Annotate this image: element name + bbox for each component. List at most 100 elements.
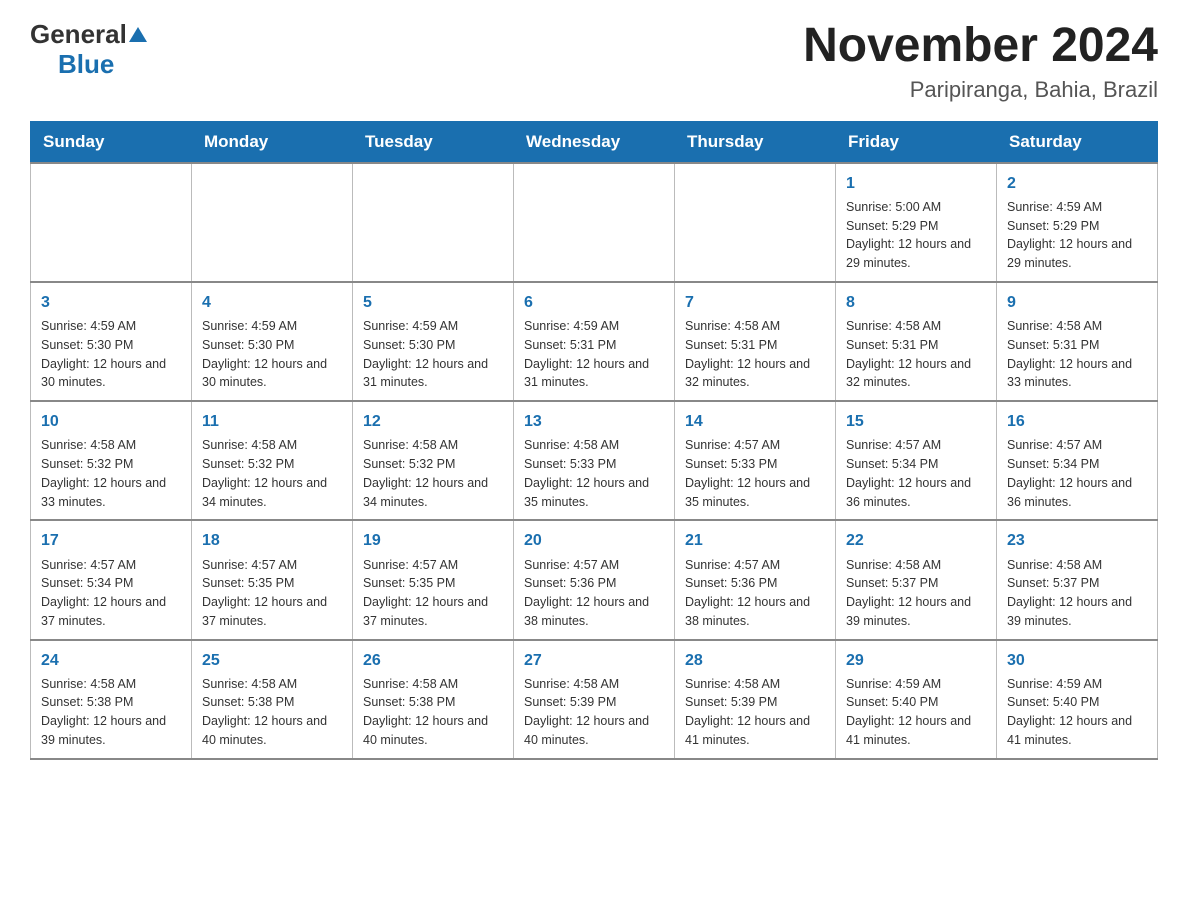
calendar-cell: 20 Sunrise: 4:57 AMSunset: 5:36 PMDayligh… <box>514 520 675 639</box>
day-info: Sunrise: 4:58 AMSunset: 5:32 PMDaylight:… <box>41 436 181 511</box>
day-number: 12 <box>363 410 503 433</box>
calendar-cell <box>192 163 353 282</box>
day-info: Sunrise: 4:58 AMSunset: 5:37 PMDaylight:… <box>1007 556 1147 631</box>
calendar-cell: 28 Sunrise: 4:58 AMSunset: 5:39 PMDayligh… <box>675 640 836 759</box>
day-number: 21 <box>685 529 825 552</box>
calendar-cell: 1 Sunrise: 5:00 AMSunset: 5:29 PMDaylight… <box>836 163 997 282</box>
calendar-cell: 12Sunrise: 4:58 AMSunset: 5:32 PMDayligh… <box>353 401 514 520</box>
week-row-1: 1 Sunrise: 5:00 AMSunset: 5:29 PMDaylight… <box>31 163 1158 282</box>
day-number: 5 <box>363 291 503 314</box>
day-info: Sunrise: 4:58 AMSunset: 5:39 PMDaylight:… <box>524 675 664 750</box>
day-info: Sunrise: 4:59 AMSunset: 5:40 PMDaylight:… <box>1007 675 1147 750</box>
calendar-cell: 6Sunrise: 4:59 AMSunset: 5:31 PMDaylight… <box>514 282 675 401</box>
day-number: 20 <box>524 529 664 552</box>
day-info: Sunrise: 4:59 AMSunset: 5:30 PMDaylight:… <box>41 317 181 392</box>
calendar-cell: 5Sunrise: 4:59 AMSunset: 5:30 PMDaylight… <box>353 282 514 401</box>
calendar-cell: 19 Sunrise: 4:57 AMSunset: 5:35 PMDayligh… <box>353 520 514 639</box>
day-number: 15 <box>846 410 986 433</box>
day-number: 18 <box>202 529 342 552</box>
day-number: 11 <box>202 410 342 433</box>
day-info: Sunrise: 4:58 AMSunset: 5:31 PMDaylight:… <box>685 317 825 392</box>
day-info: Sunrise: 4:58 AMSunset: 5:39 PMDaylight:… <box>685 675 825 750</box>
logo-general-text: General <box>30 19 147 49</box>
page-header: General Blue November 2024 Paripiranga, … <box>30 20 1158 103</box>
day-number: 7 <box>685 291 825 314</box>
calendar-cell: 11Sunrise: 4:58 AMSunset: 5:32 PMDayligh… <box>192 401 353 520</box>
calendar-cell: 18Sunrise: 4:57 AMSunset: 5:35 PMDayligh… <box>192 520 353 639</box>
day-info: Sunrise: 4:58 AMSunset: 5:38 PMDaylight:… <box>363 675 503 750</box>
day-info: Sunrise: 4:57 AMSunset: 5:35 PMDaylight:… <box>363 556 503 631</box>
calendar-cell: 14 Sunrise: 4:57 AMSunset: 5:33 PMDayligh… <box>675 401 836 520</box>
weekday-header-friday: Friday <box>836 121 997 163</box>
calendar-cell: 10 Sunrise: 4:58 AMSunset: 5:32 PMDayligh… <box>31 401 192 520</box>
calendar-cell: 26 Sunrise: 4:58 AMSunset: 5:38 PMDayligh… <box>353 640 514 759</box>
day-number: 3 <box>41 291 181 314</box>
weekday-header-monday: Monday <box>192 121 353 163</box>
day-info: Sunrise: 4:57 AMSunset: 5:34 PMDaylight:… <box>846 436 986 511</box>
calendar-cell: 15 Sunrise: 4:57 AMSunset: 5:34 PMDayligh… <box>836 401 997 520</box>
calendar-cell <box>514 163 675 282</box>
day-number: 17 <box>41 529 181 552</box>
day-info: Sunrise: 5:00 AMSunset: 5:29 PMDaylight:… <box>846 198 986 273</box>
day-info: Sunrise: 4:57 AMSunset: 5:34 PMDaylight:… <box>1007 436 1147 511</box>
day-number: 22 <box>846 529 986 552</box>
calendar-cell: 16 Sunrise: 4:57 AMSunset: 5:34 PMDayligh… <box>997 401 1158 520</box>
week-row-5: 24 Sunrise: 4:58 AMSunset: 5:38 PMDayligh… <box>31 640 1158 759</box>
calendar-cell: 29 Sunrise: 4:59 AMSunset: 5:40 PMDayligh… <box>836 640 997 759</box>
week-row-2: 3 Sunrise: 4:59 AMSunset: 5:30 PMDaylight… <box>31 282 1158 401</box>
weekday-header-sunday: Sunday <box>31 121 192 163</box>
day-info: Sunrise: 4:57 AMSunset: 5:36 PMDaylight:… <box>685 556 825 631</box>
calendar-cell: 3 Sunrise: 4:59 AMSunset: 5:30 PMDaylight… <box>31 282 192 401</box>
title-area: November 2024 Paripiranga, Bahia, Brazil <box>803 20 1158 103</box>
day-number: 28 <box>685 649 825 672</box>
day-info: Sunrise: 4:58 AMSunset: 5:38 PMDaylight:… <box>41 675 181 750</box>
day-info: Sunrise: 4:57 AMSunset: 5:36 PMDaylight:… <box>524 556 664 631</box>
day-number: 10 <box>41 410 181 433</box>
day-number: 14 <box>685 410 825 433</box>
calendar-cell: 2 Sunrise: 4:59 AMSunset: 5:29 PMDaylight… <box>997 163 1158 282</box>
weekday-header-saturday: Saturday <box>997 121 1158 163</box>
logo-top: General <box>30 20 147 50</box>
day-number: 27 <box>524 649 664 672</box>
calendar-cell: 27 Sunrise: 4:58 AMSunset: 5:39 PMDayligh… <box>514 640 675 759</box>
logo: General Blue <box>30 20 147 79</box>
month-title: November 2024 <box>803 20 1158 73</box>
calendar-cell: 21 Sunrise: 4:57 AMSunset: 5:36 PMDayligh… <box>675 520 836 639</box>
day-number: 8 <box>846 291 986 314</box>
day-info: Sunrise: 4:57 AMSunset: 5:33 PMDaylight:… <box>685 436 825 511</box>
day-info: Sunrise: 4:58 AMSunset: 5:38 PMDaylight:… <box>202 675 342 750</box>
day-number: 26 <box>363 649 503 672</box>
calendar-cell: 8 Sunrise: 4:58 AMSunset: 5:31 PMDaylight… <box>836 282 997 401</box>
day-info: Sunrise: 4:58 AMSunset: 5:31 PMDaylight:… <box>846 317 986 392</box>
day-number: 24 <box>41 649 181 672</box>
day-number: 16 <box>1007 410 1147 433</box>
logo-triangle-icon <box>129 19 147 48</box>
day-info: Sunrise: 4:58 AMSunset: 5:37 PMDaylight:… <box>846 556 986 631</box>
day-info: Sunrise: 4:59 AMSunset: 5:40 PMDaylight:… <box>846 675 986 750</box>
day-number: 9 <box>1007 291 1147 314</box>
day-number: 25 <box>202 649 342 672</box>
logo-bottom: Blue <box>30 50 114 79</box>
day-number: 29 <box>846 649 986 672</box>
day-number: 2 <box>1007 172 1147 195</box>
calendar-cell <box>353 163 514 282</box>
day-info: Sunrise: 4:57 AMSunset: 5:34 PMDaylight:… <box>41 556 181 631</box>
day-number: 23 <box>1007 529 1147 552</box>
calendar-cell: 22 Sunrise: 4:58 AMSunset: 5:37 PMDayligh… <box>836 520 997 639</box>
week-row-3: 10 Sunrise: 4:58 AMSunset: 5:32 PMDayligh… <box>31 401 1158 520</box>
weekday-header-wednesday: Wednesday <box>514 121 675 163</box>
calendar-cell <box>675 163 836 282</box>
calendar-cell: 25 Sunrise: 4:58 AMSunset: 5:38 PMDayligh… <box>192 640 353 759</box>
logo-blue-text: Blue <box>58 49 114 79</box>
calendar-cell: 9Sunrise: 4:58 AMSunset: 5:31 PMDaylight… <box>997 282 1158 401</box>
day-number: 1 <box>846 172 986 195</box>
day-info: Sunrise: 4:59 AMSunset: 5:30 PMDaylight:… <box>202 317 342 392</box>
weekday-header-tuesday: Tuesday <box>353 121 514 163</box>
day-number: 19 <box>363 529 503 552</box>
day-info: Sunrise: 4:59 AMSunset: 5:29 PMDaylight:… <box>1007 198 1147 273</box>
calendar-cell: 4 Sunrise: 4:59 AMSunset: 5:30 PMDaylight… <box>192 282 353 401</box>
day-number: 4 <box>202 291 342 314</box>
week-row-4: 17 Sunrise: 4:57 AMSunset: 5:34 PMDayligh… <box>31 520 1158 639</box>
weekday-header-thursday: Thursday <box>675 121 836 163</box>
day-number: 13 <box>524 410 664 433</box>
